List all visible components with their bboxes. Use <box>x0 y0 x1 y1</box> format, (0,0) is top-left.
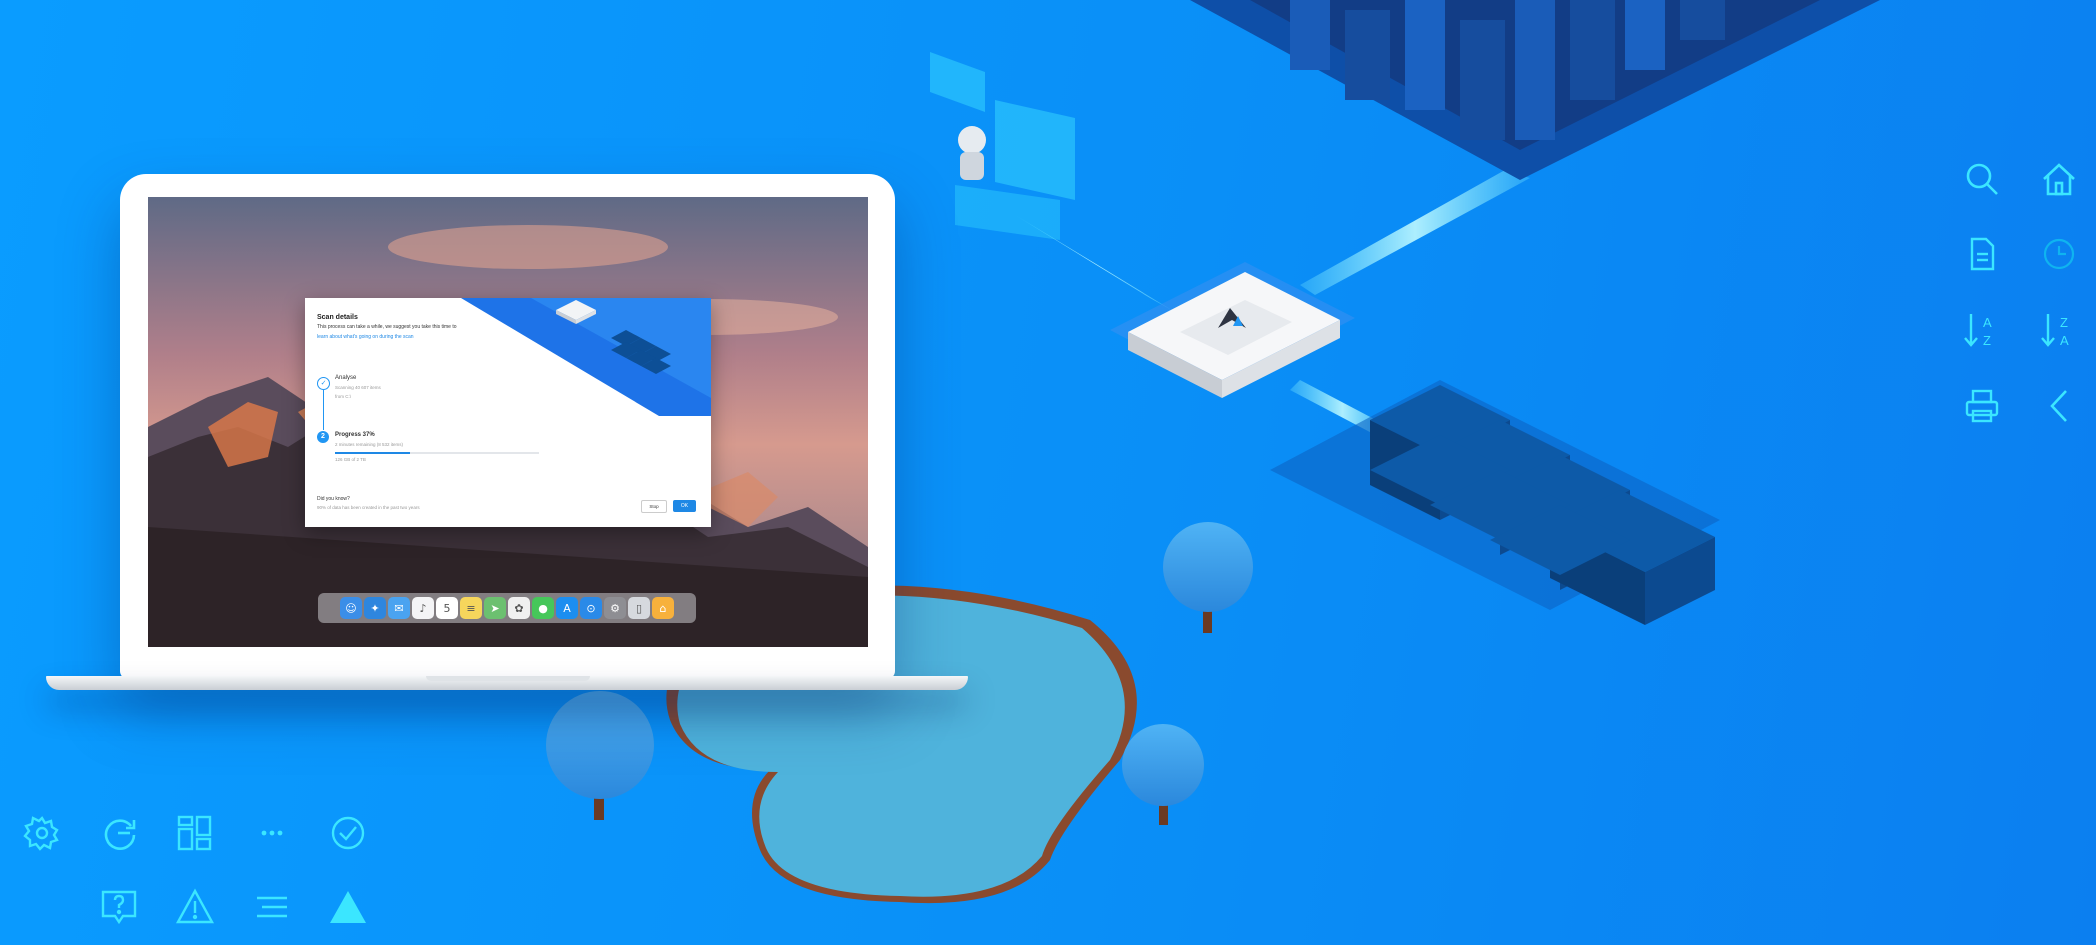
svg-text:Z: Z <box>1983 333 1991 348</box>
home-icon[interactable] <box>2039 159 2079 199</box>
laptop-screen: Scan details This process can take a whi… <box>148 197 868 647</box>
laptop-notch <box>426 676 590 681</box>
gear-icon[interactable] <box>22 813 62 853</box>
appstore-icon[interactable]: A <box>556 597 578 619</box>
learn-more-link[interactable]: learn about what's going on during the s… <box>317 334 414 340</box>
help-chat-icon[interactable] <box>99 887 139 927</box>
city-blocks <box>1190 0 1880 180</box>
step-progress-line2: 126 GB of 2 TB <box>335 457 366 462</box>
dock: ☺ ✦ ✉ ♪ 5 ≡ ➤ ✿ ● A ⊙ ⚙ ▯ ⌂ <box>318 593 696 623</box>
ok-button[interactable]: OK <box>673 500 696 512</box>
triangle-icon[interactable] <box>328 887 368 927</box>
printer-icon[interactable] <box>1962 386 2002 426</box>
trash-icon[interactable]: ▯ <box>628 597 650 619</box>
finder2-icon[interactable]: ⊙ <box>580 597 602 619</box>
home-app-icon[interactable]: ⌂ <box>652 597 674 619</box>
messages-icon[interactable]: ● <box>532 597 554 619</box>
notes-icon[interactable]: ≡ <box>460 597 482 619</box>
calendar-icon[interactable]: 5 <box>436 597 458 619</box>
step-analyse-line1: Scanning 40 607 items <box>335 385 381 390</box>
settings-icon[interactable]: ⚙ <box>604 597 626 619</box>
step-analyse-title: Analyse <box>335 375 357 381</box>
step-number-badge: 2 <box>317 431 329 443</box>
step-connector <box>323 390 324 430</box>
step-progress-title: Progress 37% <box>335 432 375 438</box>
did-you-know-fact: 90% of data has been created in the past… <box>317 505 420 510</box>
tree-right <box>1122 724 1204 825</box>
photos-icon[interactable]: ✿ <box>508 597 530 619</box>
check-circle-icon[interactable] <box>328 813 368 853</box>
step-analyse-line2: from C:\ <box>335 394 352 399</box>
scan-progress-bar <box>335 452 539 454</box>
stop-button[interactable]: Stop <box>641 500 667 513</box>
dashboard-icon[interactable] <box>175 813 215 853</box>
scan-progress-fill <box>335 452 411 454</box>
dialog-banner <box>461 298 711 416</box>
step-progress-line1: 2 minutes remaining (8 532 items) <box>335 442 404 447</box>
sort-a-z-icon[interactable]: AZ <box>1962 310 2002 350</box>
tree-mid <box>1163 522 1253 633</box>
music-icon[interactable]: ♪ <box>412 597 434 619</box>
refresh-icon[interactable] <box>100 813 140 853</box>
maps-icon[interactable]: ➤ <box>484 597 506 619</box>
svg-text:A: A <box>2060 333 2069 348</box>
robot-display <box>930 52 1075 240</box>
warning-icon[interactable] <box>175 887 215 927</box>
sort-z-a-icon[interactable]: ZA <box>2039 310 2079 350</box>
search-icon[interactable] <box>1962 159 2002 199</box>
document-icon[interactable] <box>1962 234 2002 274</box>
finder-icon[interactable]: ☺ <box>340 597 362 619</box>
did-you-know-heading: Did you know? <box>317 496 350 502</box>
server-stack <box>1270 380 1720 625</box>
dialog-description: This process can take a while, we sugges… <box>317 324 457 330</box>
scan-details-dialog: Scan details This process can take a whi… <box>305 298 711 527</box>
chevron-left-icon[interactable] <box>2039 386 2079 426</box>
mail-icon[interactable]: ✉ <box>388 597 410 619</box>
tree-left <box>546 691 654 820</box>
menu-icon[interactable] <box>252 887 292 927</box>
safari-icon[interactable]: ✦ <box>364 597 386 619</box>
dialog-title: Scan details <box>317 314 358 321</box>
svg-text:Z: Z <box>2060 315 2068 330</box>
more-icon[interactable] <box>252 813 292 853</box>
check-icon: ✓ <box>317 377 330 390</box>
clock-icon[interactable] <box>2039 234 2079 274</box>
svg-text:A: A <box>1983 315 1992 330</box>
